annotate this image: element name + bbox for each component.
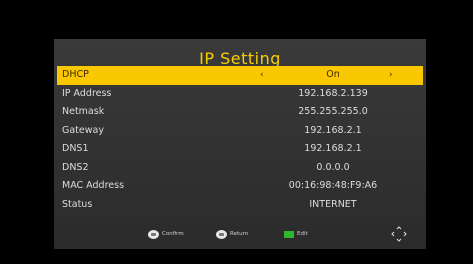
dpad-navigation-icon (391, 226, 407, 242)
green-key-icon (284, 230, 294, 238)
ip-setting-panel: IP Setting DHCP ‹ On › IP Address 192.16… (54, 39, 426, 249)
row-value: 192.168.2.139 (298, 87, 368, 99)
row-status[interactable]: Status INTERNET (57, 196, 423, 215)
row-ip-address[interactable]: IP Address 192.168.2.139 (57, 85, 423, 104)
row-label: DHCP (62, 69, 89, 80)
return-hint[interactable]: Return (216, 228, 248, 240)
tv-screen: IP Setting DHCP ‹ On › IP Address 192.16… (0, 0, 473, 264)
return-label: Return (230, 231, 249, 237)
row-value: On (326, 69, 340, 80)
row-gateway[interactable]: Gateway 192.168.2.1 (57, 122, 423, 141)
row-label: Gateway (62, 124, 104, 136)
row-value: 192.168.2.1 (304, 143, 362, 154)
edit-hint[interactable]: Edit (284, 228, 308, 240)
ok-key-icon (148, 229, 159, 239)
row-value: 0.0.0.0 (316, 161, 350, 173)
exit-key-icon (216, 229, 227, 239)
row-mac-address[interactable]: MAC Address 00:16:98:48:F9:A6 (57, 177, 423, 196)
row-value: 00:16:98:48:F9:A6 (288, 180, 378, 191)
row-value: INTERNET (309, 198, 357, 210)
row-value: 255.255.255.0 (298, 106, 368, 117)
row-label: IP Address (62, 87, 112, 99)
row-dns2[interactable]: DNS2 0.0.0.0 (57, 159, 423, 178)
left-arrow-icon[interactable]: ‹ (260, 66, 264, 85)
edit-label: Edit (297, 231, 308, 237)
row-label: MAC Address (62, 180, 125, 191)
row-label: DNS1 (62, 143, 89, 154)
row-label: Status (62, 198, 93, 210)
confirm-label: Confirm (162, 231, 184, 237)
right-arrow-icon[interactable]: › (389, 66, 393, 85)
key-hints-bar: Confirm Return Edit (54, 225, 426, 243)
row-dns1[interactable]: DNS1 192.168.2.1 (57, 140, 423, 159)
row-label: DNS2 (62, 161, 89, 173)
confirm-hint[interactable]: Confirm (148, 228, 184, 240)
row-label: Netmask (62, 106, 105, 117)
settings-list: DHCP ‹ On › IP Address 192.168.2.139 Net… (57, 66, 423, 214)
row-value: 192.168.2.1 (304, 124, 362, 136)
row-netmask[interactable]: Netmask 255.255.255.0 (57, 103, 423, 122)
row-dhcp[interactable]: DHCP ‹ On › (57, 66, 423, 85)
